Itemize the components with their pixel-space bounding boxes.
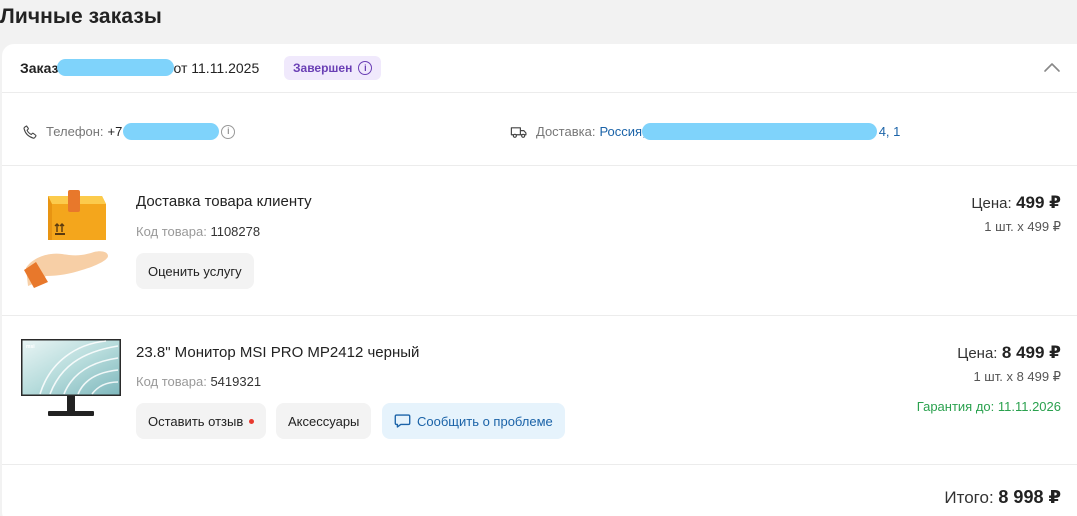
price-value: 499 ₽ — [1016, 193, 1061, 212]
order-date: от 11.11.2025 — [173, 60, 260, 76]
truck-icon — [510, 126, 527, 138]
price-block: Цена: 8 499 ₽ 1 шт. х 8 499 ₽ Гарантия д… — [917, 343, 1061, 414]
warranty-text: Гарантия до: 11.11.2026 — [916, 399, 1061, 414]
quantity-line: 1 шт. х 8 499 ₽ — [973, 369, 1061, 384]
redacted-address — [641, 123, 877, 140]
status-label: Завершен — [293, 61, 353, 75]
item-code-label: Код товара: — [136, 374, 207, 389]
item-code-value: 1108278 — [210, 224, 261, 239]
order-total: Итого: 8 998 ₽ — [944, 487, 1061, 508]
leave-review-label: Оставить отзыв — [148, 413, 244, 429]
item-name[interactable]: 23.8" Монитор MSI PRO MP2412 черный — [136, 344, 419, 361]
delivery-address-start[interactable]: Россия, — [599, 124, 645, 139]
price-label: Цена: — [971, 195, 1012, 212]
total-row: Итого: 8 998 ₽ — [2, 465, 1077, 516]
chevron-up-icon[interactable] — [1043, 59, 1061, 77]
item-code: Код товара: 5419321 — [136, 374, 261, 389]
chat-icon — [394, 414, 411, 428]
redacted-order-number — [57, 59, 175, 77]
delivery-box-hand-icon[interactable] — [22, 190, 112, 290]
rate-service-button[interactable]: Оценить услугу — [136, 253, 254, 289]
accessories-button[interactable]: Аксессуары — [276, 403, 372, 439]
delivery-label: Доставка: — [536, 124, 596, 139]
page-title: Личные заказы — [0, 5, 162, 28]
item-name[interactable]: Доставка товара клиенту — [136, 193, 312, 210]
price-value: 8 499 ₽ — [1001, 343, 1061, 362]
delivery-address-end[interactable]: 4, 1 — [879, 124, 901, 139]
phone-prefix: +7 — [107, 124, 123, 139]
price-label: Цена: — [957, 345, 998, 362]
phone-icon — [23, 124, 37, 139]
contact-row: Телефон: +7 i Доставка: Россия, 4, 1 — [2, 93, 1077, 166]
info-icon[interactable]: i — [358, 61, 373, 75]
quantity-line: 1 шт. х 499 ₽ — [984, 219, 1061, 234]
list-item: msi 23.8" Монитор MSI PRO MP2412 черный … — [2, 316, 1077, 465]
accessories-label: Аксессуары — [288, 413, 360, 429]
redacted-phone — [123, 123, 220, 140]
order-title: Заказ от 11.11.2025 — [20, 59, 260, 77]
order-header[interactable]: Заказ от 11.11.2025 Завершен i — [2, 44, 1077, 93]
phone-info: Телефон: +7 i — [22, 123, 236, 140]
item-code-label: Код товара: — [136, 224, 207, 239]
total-value: 8 998 ₽ — [998, 487, 1061, 507]
notification-dot — [249, 418, 255, 424]
total-label: Итого: — [944, 488, 994, 507]
item-code-value: 5419321 — [210, 374, 262, 389]
status-badge[interactable]: Завершен i — [284, 56, 382, 80]
report-problem-button[interactable]: Сообщить о проблеме — [382, 403, 565, 439]
monitor-msi-icon[interactable]: msi — [20, 338, 122, 422]
order-card: Заказ от 11.11.2025 Завершен i Телефон: +… — [2, 44, 1077, 516]
rate-service-label: Оценить услугу — [148, 263, 242, 279]
info-icon[interactable]: i — [221, 124, 236, 139]
order-label: Заказ — [20, 60, 59, 76]
item-code: Код товара: 1108278 — [136, 224, 260, 239]
list-item: Доставка товара клиенту Код товара: 1108… — [2, 166, 1077, 316]
leave-review-button[interactable]: Оставить отзыв — [136, 403, 267, 439]
report-problem-label: Сообщить о проблеме — [417, 413, 553, 429]
delivery-info: Доставка: Россия, 4, 1 — [510, 123, 900, 140]
phone-label: Телефон: — [46, 124, 104, 139]
svg-text:msi: msi — [26, 344, 35, 350]
price-block: Цена: 499 ₽ 1 шт. х 499 ₽ — [971, 193, 1061, 235]
